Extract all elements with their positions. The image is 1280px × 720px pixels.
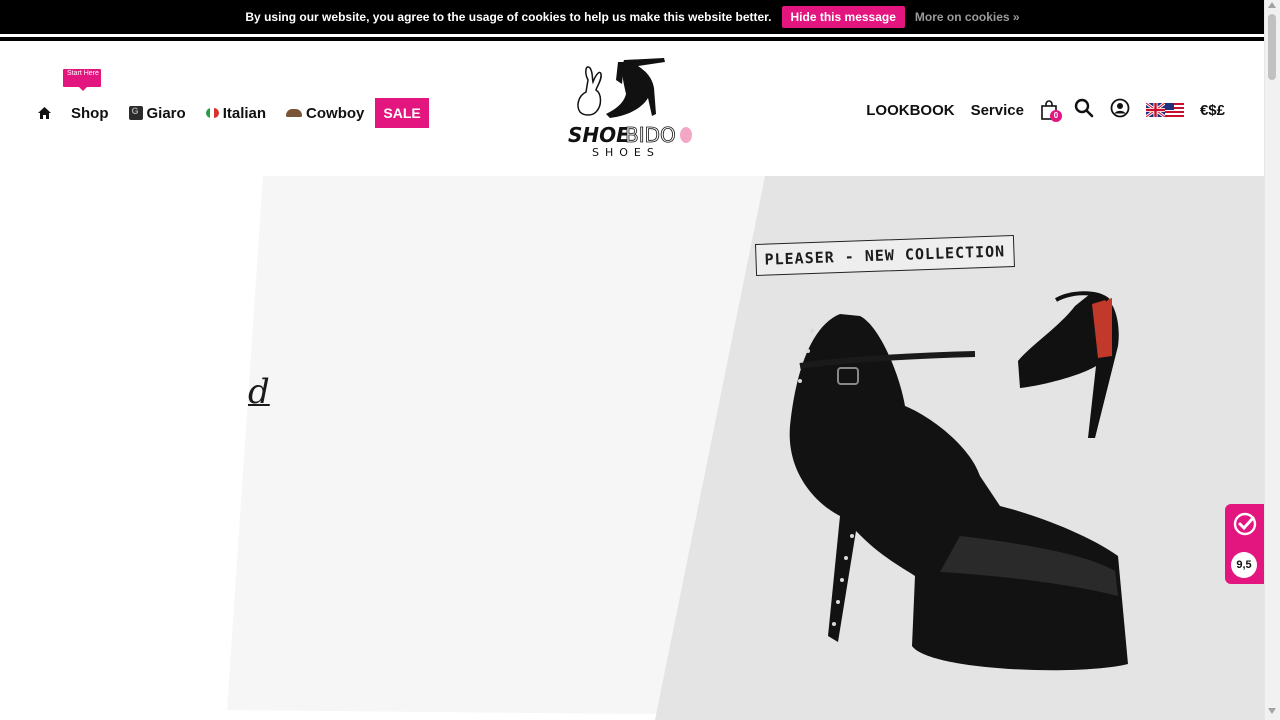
- nav-shop[interactable]: Shop: [71, 105, 109, 122]
- hero-banner[interactable]: d PLEASER - NEW COLLECTION: [0, 176, 1265, 720]
- scroll-thumb[interactable]: [1268, 14, 1276, 80]
- nav-sale-button[interactable]: SALE: [375, 98, 429, 128]
- search-button[interactable]: [1074, 98, 1094, 122]
- main-nav-left: Shop Giaro Italian Cowboy SALE: [38, 98, 449, 128]
- checkmark-icon: [1233, 512, 1257, 536]
- rating-widget[interactable]: 9,5: [1225, 504, 1265, 584]
- giaro-icon: [128, 106, 143, 120]
- nav-giaro[interactable]: Giaro: [128, 104, 186, 122]
- nav-italian-label: Italian: [222, 104, 267, 122]
- nav-cowboy-label: Cowboy: [306, 104, 365, 122]
- uk-us-flag-icon: [1145, 103, 1184, 117]
- search-icon: [1074, 98, 1094, 122]
- account-button[interactable]: [1110, 98, 1130, 122]
- currency-selector[interactable]: €$£: [1200, 102, 1225, 119]
- more-on-cookies-link[interactable]: More on cookies »: [915, 10, 1020, 24]
- shoebidoo-logo[interactable]: SHOE BIDO SHOES: [566, 58, 696, 159]
- svg-text:BIDO: BIDO: [625, 123, 676, 147]
- scroll-down-arrow-icon[interactable]: [1268, 708, 1276, 714]
- svg-text:SHOES: SHOES: [592, 146, 660, 158]
- home-link[interactable]: [38, 107, 51, 119]
- page-scrollbar[interactable]: [1264, 0, 1280, 720]
- language-selector[interactable]: [1145, 103, 1184, 117]
- hide-cookie-message-button[interactable]: Hide this message: [781, 6, 905, 28]
- main-nav-right: LOOKBOOK Service 0 €$£: [850, 98, 1225, 122]
- cookie-message: By using our website, you agree to the u…: [245, 10, 772, 24]
- hero-partial-heading: d: [248, 372, 270, 412]
- shopping-bag-icon: 0: [1040, 100, 1062, 122]
- svg-text:SHOE: SHOE: [568, 123, 630, 147]
- header-divider: [0, 37, 1265, 41]
- home-icon: [38, 107, 51, 119]
- cowboy-hat-icon: [286, 109, 303, 117]
- cookie-banner: By using our website, you agree to the u…: [0, 0, 1265, 34]
- nav-service[interactable]: Service: [971, 102, 1024, 119]
- italy-flag-icon: [205, 108, 219, 118]
- scroll-up-arrow-icon[interactable]: [1268, 2, 1276, 8]
- nav-shop-label: Shop: [71, 104, 109, 122]
- nav-italian[interactable]: Italian: [205, 104, 267, 122]
- currency-label: €$£: [1199, 101, 1225, 119]
- nav-service-label: Service: [970, 101, 1024, 119]
- nav-lookbook-label: LOOKBOOK: [866, 101, 955, 119]
- user-icon: [1110, 98, 1130, 122]
- start-here-tag: Start Here: [63, 69, 101, 91]
- nav-lookbook[interactable]: LOOKBOOK: [866, 102, 954, 119]
- cart-button[interactable]: 0: [1040, 100, 1062, 122]
- rating-score: 9,5: [1231, 552, 1257, 578]
- nav-giaro-label: Giaro: [146, 104, 186, 122]
- cart-count-badge: 0: [1049, 110, 1062, 122]
- hero-background: [227, 176, 1265, 720]
- nav-cowboy[interactable]: Cowboy: [286, 105, 364, 122]
